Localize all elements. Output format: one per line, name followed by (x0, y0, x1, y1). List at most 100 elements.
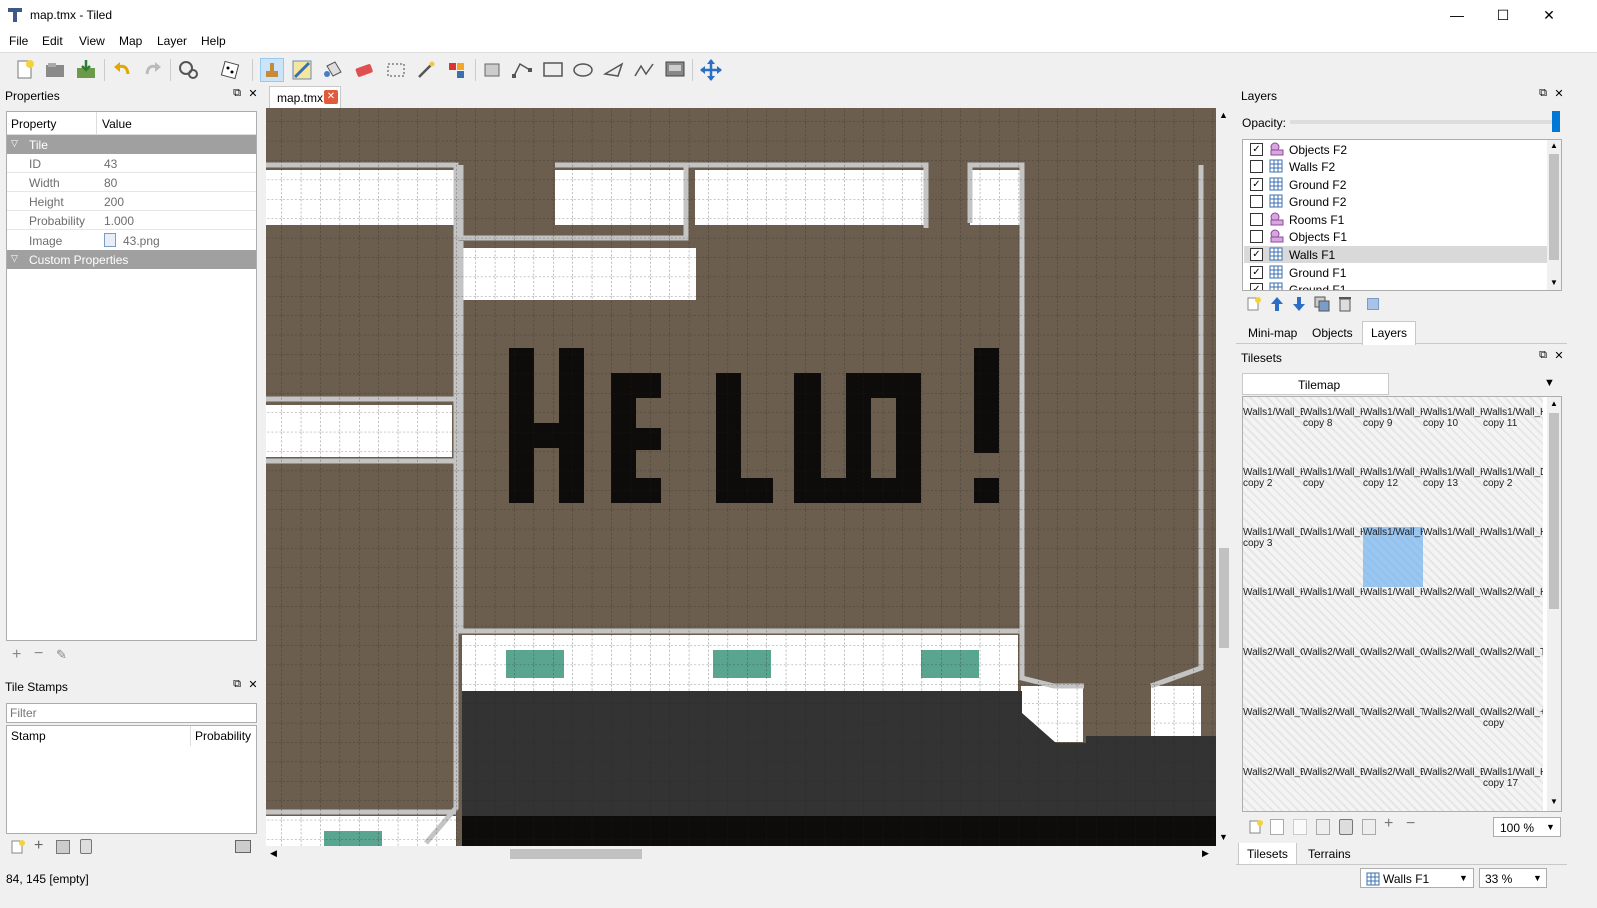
lower-layer-icon[interactable] (1291, 296, 1307, 312)
duplicate-stamp-icon[interactable] (56, 840, 70, 854)
tab-tilesets[interactable]: Tilesets (1238, 843, 1297, 865)
remove-tiles-icon[interactable]: − (1406, 815, 1415, 833)
select-objects-icon[interactable] (481, 58, 505, 82)
collapse-arrow-icon[interactable]: ▽ (11, 138, 18, 149)
redo-icon[interactable] (140, 58, 164, 82)
tile-cell[interactable]: Walls2/Wall_V (1423, 587, 1483, 647)
menu-file[interactable]: File (9, 34, 28, 48)
stamps-folder-icon[interactable] (235, 840, 251, 853)
insert-tile-icon[interactable] (663, 58, 687, 82)
opacity-slider-handle[interactable] (1552, 111, 1560, 132)
layer-row[interactable]: Rooms F1 (1244, 211, 1547, 228)
document-tab-map[interactable]: map.tmx ✕ (269, 86, 341, 108)
scroll-down-icon[interactable]: ▼ (1550, 797, 1558, 806)
property-column-header[interactable]: Property (11, 117, 56, 131)
tile-cell[interactable]: Walls1/Wall_H copy (1303, 467, 1363, 527)
layer-select[interactable]: Walls F1 ▼ (1360, 868, 1474, 888)
raise-layer-icon[interactable] (1269, 296, 1285, 312)
insert-polyline-icon[interactable] (632, 58, 656, 82)
tile-cell[interactable]: Walls1/Wall_H_Atrium_L (1243, 587, 1303, 647)
tileset-scroll-thumb[interactable] (1549, 413, 1559, 609)
tile-cell[interactable]: Walls1/Wall_H copy 13 (1423, 467, 1483, 527)
tileset-menu-icon[interactable]: ▼ (1544, 377, 1555, 389)
close-tab-icon[interactable]: ✕ (324, 90, 338, 104)
tile-cell[interactable]: Walls1/Wall_H_Atrium_M (1303, 587, 1363, 647)
scroll-up-icon[interactable]: ▲ (1550, 399, 1558, 408)
close-icon[interactable]: ✕ (246, 678, 260, 691)
tileset-zoom-select[interactable]: 100 % ▼ (1493, 817, 1561, 837)
layer-row[interactable]: ✓ Ground F2 (1244, 176, 1547, 193)
commands-icon[interactable] (177, 58, 201, 82)
remove-property-icon[interactable]: − (34, 645, 43, 663)
tile-cell[interactable]: Walls2/Wall_End_D (1243, 767, 1303, 811)
menu-layer[interactable]: Layer (157, 34, 187, 48)
tile-cell[interactable]: Walls1/Wall_H copy 10 (1423, 407, 1483, 467)
bucket-fill-icon[interactable] (321, 58, 345, 82)
tile-cell[interactable]: Walls2/Wall_End_L (1363, 767, 1423, 811)
value-column-header[interactable]: Value (102, 117, 132, 131)
rectangle-select-icon[interactable] (384, 58, 408, 82)
tile-cell[interactable]: Walls1/Wall_Diag_4 copy 3 (1243, 527, 1303, 587)
new-file-icon[interactable] (13, 58, 37, 82)
maximize-button[interactable]: ☐ (1480, 0, 1526, 30)
close-button[interactable]: ✕ (1526, 0, 1572, 30)
layer-properties-icon[interactable] (1367, 298, 1379, 310)
delete-stamp-icon[interactable] (80, 839, 92, 854)
layer-visibility-checkbox[interactable] (1250, 195, 1263, 208)
stamp-column-header[interactable]: Stamp (11, 729, 46, 743)
tile-cell[interactable]: Walls2/Wall_End_U (1303, 767, 1363, 811)
select-same-tile-icon[interactable] (445, 58, 469, 82)
layer-row[interactable]: Ground F2 (1244, 193, 1547, 210)
edit-polygons-icon[interactable] (510, 58, 534, 82)
minimize-button[interactable]: — (1434, 0, 1480, 30)
layers-scroll-thumb[interactable] (1549, 154, 1559, 260)
menu-view[interactable]: View (79, 34, 105, 48)
insert-ellipse-icon[interactable] (571, 58, 595, 82)
edit-tileset-icon[interactable] (1316, 819, 1330, 835)
tab-mini-map[interactable]: Mini-map (1240, 322, 1305, 344)
delete-tileset-icon[interactable] (1339, 819, 1353, 835)
layers-scrollbar[interactable]: ▲ ▼ (1547, 140, 1561, 290)
tile-cell[interactable]: Walls1/Wall_H_Window2 (1483, 527, 1543, 587)
tile-cell[interactable]: Walls2/Wall_T_RUD (1303, 707, 1363, 767)
tile-cell[interactable]: Walls1/Wall_H copy 17 (1483, 767, 1543, 811)
delete-layer-icon[interactable] (1337, 296, 1353, 312)
tile-cell[interactable]: Walls1/Wall_H_Window1_L (1303, 527, 1363, 587)
tile-cell[interactable]: Walls2/Wall_T_LUD (1363, 707, 1423, 767)
tile-cell-selected[interactable]: Walls1/Wall_H_Window1_M (1363, 527, 1423, 587)
tab-objects[interactable]: Objects (1304, 322, 1361, 344)
tile-cell[interactable]: Walls1/Wall_H copy 9 (1363, 407, 1423, 467)
scroll-down-icon[interactable]: ▼ (1219, 832, 1228, 842)
menu-map[interactable]: Map (119, 34, 142, 48)
stamp-filter-input[interactable] (6, 703, 257, 723)
float-icon[interactable]: ⧉ (1536, 87, 1550, 100)
export-tileset-icon[interactable] (1293, 819, 1307, 835)
save-file-icon[interactable] (74, 58, 98, 82)
tile-group[interactable]: ▽ Tile (7, 135, 256, 154)
tab-layers[interactable]: Layers (1362, 321, 1417, 345)
tileset-tab-tilemap[interactable]: Tilemap (1242, 373, 1389, 395)
tile-cell[interactable]: Walls2/Wall_Column (1423, 707, 1483, 767)
random-mode-icon[interactable] (219, 58, 243, 82)
new-tileset-icon[interactable] (1248, 819, 1264, 835)
property-row-probability[interactable]: Probability 1.000 (7, 211, 256, 230)
layer-row[interactable]: Objects F1 (1244, 228, 1547, 245)
tile-cell[interactable]: Walls1/Wall_H copy 11 (1483, 407, 1543, 467)
rename-property-icon[interactable]: ✎ (56, 647, 67, 663)
horizontal-scroll-thumb[interactable] (510, 849, 642, 859)
tileset-scrollbar[interactable]: ▲ ▼ (1547, 397, 1561, 811)
tile-cell[interactable]: Walls2/Wall_Corner_RU (1363, 647, 1423, 707)
float-icon[interactable]: ⧉ (230, 87, 244, 100)
random-tileset-icon[interactable] (1362, 819, 1376, 835)
tileset-view[interactable]: Walls1/Wall_End_RWalls1/Wall_H copy 8Wal… (1242, 396, 1562, 812)
new-layer-icon[interactable] (1246, 296, 1262, 312)
tile-cell[interactable]: Walls1/Wall_Diag_4 copy 2 (1483, 467, 1543, 527)
tile-cell[interactable]: Walls2/Wall_H (1483, 587, 1543, 647)
tile-cell[interactable]: Walls2/Wall_Corner_LD (1303, 647, 1363, 707)
duplicate-layer-icon[interactable] (1314, 296, 1330, 312)
new-stamp-icon[interactable] (10, 839, 26, 855)
layer-visibility-checkbox[interactable] (1250, 230, 1263, 243)
scroll-right-icon[interactable]: ▶ (1202, 848, 1209, 859)
tile-cell[interactable]: Walls2/Wall_+ copy (1483, 707, 1543, 767)
scroll-up-icon[interactable]: ▲ (1550, 141, 1558, 150)
